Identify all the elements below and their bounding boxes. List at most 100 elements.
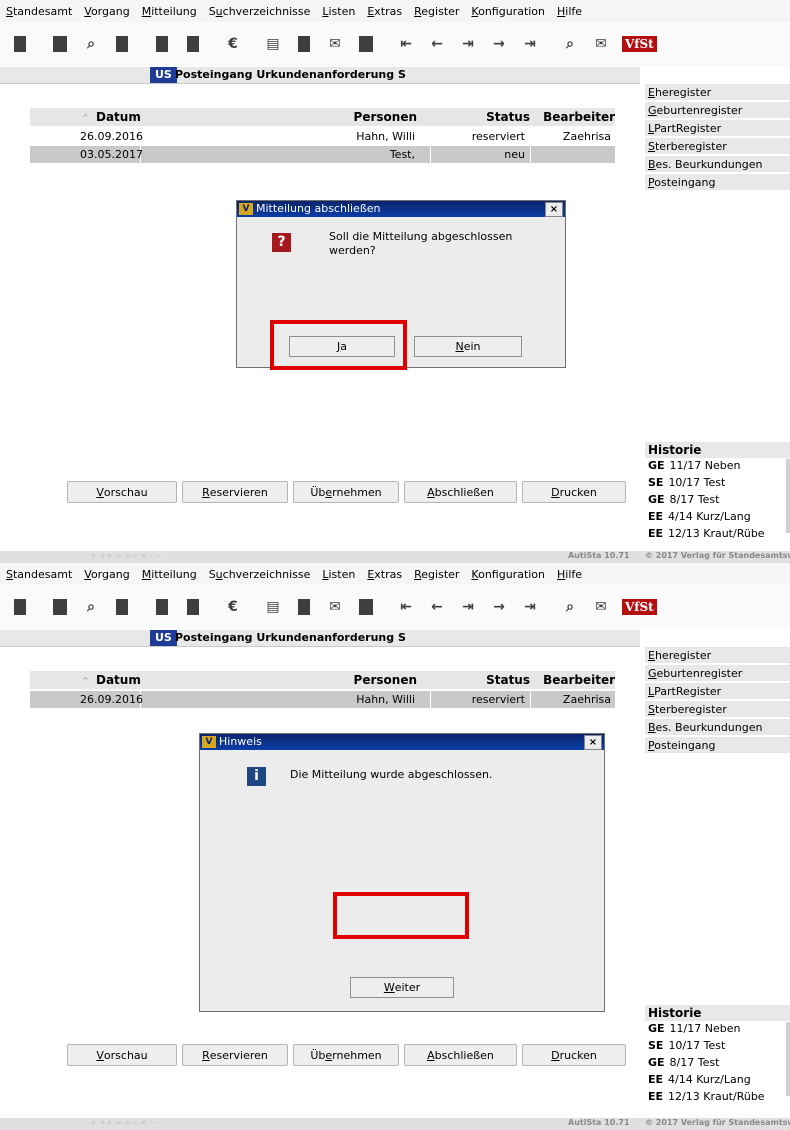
menu-vorgang[interactable]: Vorgang: [78, 568, 135, 581]
last-record-icon[interactable]: ⇥: [519, 596, 541, 618]
history-item[interactable]: EE 4/14 Kurz/Lang: [645, 1073, 790, 1090]
menu-standesamt[interactable]: Standesamt: [0, 5, 78, 18]
pages-icon[interactable]: [182, 596, 204, 618]
next-record-icon[interactable]: →: [488, 596, 510, 618]
search-document-icon[interactable]: ⌕: [80, 33, 102, 55]
inbox-icon[interactable]: ✉: [590, 33, 612, 55]
abschliessen-button[interactable]: Abschließen: [404, 481, 517, 503]
menu-extras[interactable]: Extras: [361, 5, 408, 18]
register-lpartregister[interactable]: LPartRegister: [645, 683, 790, 700]
previous-record-icon[interactable]: ←: [426, 596, 448, 618]
reservieren-button[interactable]: Reservieren: [182, 1044, 288, 1066]
vfst-logo[interactable]: VfSt: [622, 36, 657, 52]
menu-vorgang[interactable]: Vorgang: [78, 5, 135, 18]
history-item[interactable]: EE 12/13 Kraut/Rübe: [645, 527, 790, 544]
menu-suchverzeichnisse[interactable]: Suchverzeichnisse: [203, 568, 317, 581]
column-header-datum[interactable]: Datum: [96, 110, 141, 124]
register-geburtenregister[interactable]: Geburtenregister: [645, 665, 790, 682]
abschliessen-button[interactable]: Abschließen: [404, 1044, 517, 1066]
uebernehmen-button[interactable]: Üb e rnehmen: [293, 1044, 399, 1066]
print-icon[interactable]: ▤: [262, 33, 284, 55]
history-item[interactable]: SE 10/17 Test: [645, 1039, 790, 1056]
menu-suchverzeichnisse[interactable]: Suchverzeichnisse: [203, 5, 317, 18]
open-book-icon[interactable]: [49, 596, 71, 618]
save-icon[interactable]: [355, 596, 377, 618]
history-item[interactable]: GE 11/17 Neben: [645, 1022, 790, 1039]
menu-register[interactable]: Register: [408, 568, 465, 581]
save-icon[interactable]: [355, 33, 377, 55]
currency-icon[interactable]: €: [222, 596, 244, 618]
register-eheregister[interactable]: Eheregister: [645, 84, 790, 101]
history-item[interactable]: GE 8/17 Test: [645, 1056, 790, 1073]
copy-icon[interactable]: [151, 33, 173, 55]
menu-konfiguration[interactable]: Konfiguration: [465, 5, 551, 18]
history-item[interactable]: GE 11/17 Neben: [645, 459, 790, 476]
new-document-icon[interactable]: [9, 33, 31, 55]
search-document-icon[interactable]: ⌕: [80, 596, 102, 618]
register-eheregister[interactable]: Eheregister: [645, 647, 790, 664]
first-record-icon[interactable]: ⇤: [395, 596, 417, 618]
close-icon[interactable]: ×: [584, 735, 602, 750]
no-button[interactable]: Nein: [414, 336, 522, 357]
register-lpartregister[interactable]: LPartRegister: [645, 120, 790, 137]
open-book-icon[interactable]: [49, 33, 71, 55]
first-record-icon[interactable]: ⇤: [395, 33, 417, 55]
inbox-icon[interactable]: ✉: [590, 596, 612, 618]
menu-mitteilung[interactable]: Mitteilung: [136, 568, 203, 581]
column-header-datum[interactable]: Datum: [96, 673, 141, 687]
register-geburtenregister[interactable]: Geburtenregister: [645, 102, 790, 119]
close-icon[interactable]: ×: [545, 202, 563, 217]
register-sterberegister[interactable]: Sterberegister: [645, 701, 790, 718]
uebernehmen-button[interactable]: Üb e rnehmen: [293, 481, 399, 503]
mail-icon[interactable]: ✉: [324, 33, 346, 55]
print-preview-icon[interactable]: [293, 596, 315, 618]
table-row[interactable]: 26.09.2016 Hahn, Willi reserviert Zaehri…: [30, 128, 615, 145]
sort-indicator-icon[interactable]: ^: [82, 676, 89, 685]
currency-icon[interactable]: €: [222, 33, 244, 55]
register-posteingang[interactable]: Posteingang: [645, 174, 790, 191]
history-item[interactable]: EE 4/14 Kurz/Lang: [645, 510, 790, 527]
column-header-status[interactable]: Status: [486, 673, 530, 687]
menu-register[interactable]: Register: [408, 5, 465, 18]
last-record-icon[interactable]: ⇥: [519, 33, 541, 55]
table-row-selected[interactable]: 03.05.2017 Test, neu: [30, 146, 615, 163]
pages-icon[interactable]: [182, 33, 204, 55]
register-posteingang[interactable]: Posteingang: [645, 737, 790, 754]
history-item[interactable]: GE 8/17 Test: [645, 493, 790, 510]
print-icon[interactable]: ▤: [262, 596, 284, 618]
previous-record-icon[interactable]: ←: [426, 33, 448, 55]
reservieren-button[interactable]: Reservieren: [182, 481, 288, 503]
column-header-bearbeiter[interactable]: Bearbeiter: [543, 673, 615, 687]
document-icon[interactable]: [111, 33, 133, 55]
menu-hilfe[interactable]: Hilfe: [551, 5, 588, 18]
menu-listen[interactable]: Listen: [316, 5, 361, 18]
next-record-icon[interactable]: →: [488, 33, 510, 55]
history-scrollbar[interactable]: [786, 459, 790, 533]
column-header-status[interactable]: Status: [486, 110, 530, 124]
table-row-selected[interactable]: 26.09.2016 Hahn, Willi reserviert Zaehri…: [30, 691, 615, 708]
new-document-icon[interactable]: [9, 596, 31, 618]
vorschau-button[interactable]: Vorschau: [67, 1044, 177, 1066]
copy-icon[interactable]: [151, 596, 173, 618]
drucken-button[interactable]: Drucken: [522, 1044, 626, 1066]
column-header-personen[interactable]: Personen: [354, 110, 417, 124]
menu-hilfe[interactable]: Hilfe: [551, 568, 588, 581]
search-icon[interactable]: ⌕: [559, 33, 581, 55]
drucken-button[interactable]: Drucken: [522, 481, 626, 503]
print-preview-icon[interactable]: [293, 33, 315, 55]
document-icon[interactable]: [111, 596, 133, 618]
menu-listen[interactable]: Listen: [316, 568, 361, 581]
menu-konfiguration[interactable]: Konfiguration: [465, 568, 551, 581]
column-header-personen[interactable]: Personen: [354, 673, 417, 687]
register-bes-beurkundungen[interactable]: Bes. Beurkundungen: [645, 719, 790, 736]
column-header-bearbeiter[interactable]: Bearbeiter: [543, 110, 615, 124]
weiter-button[interactable]: Weiter: [350, 977, 454, 998]
history-item[interactable]: EE 12/13 Kraut/Rübe: [645, 1090, 790, 1107]
insert-record-icon[interactable]: ⇥: [457, 33, 479, 55]
menu-standesamt[interactable]: Standesamt: [0, 568, 78, 581]
menu-extras[interactable]: Extras: [361, 568, 408, 581]
mail-icon[interactable]: ✉: [324, 596, 346, 618]
menu-mitteilung[interactable]: Mitteilung: [136, 5, 203, 18]
vorschau-button[interactable]: Vorschau: [67, 481, 177, 503]
history-item[interactable]: SE 10/17 Test: [645, 476, 790, 493]
